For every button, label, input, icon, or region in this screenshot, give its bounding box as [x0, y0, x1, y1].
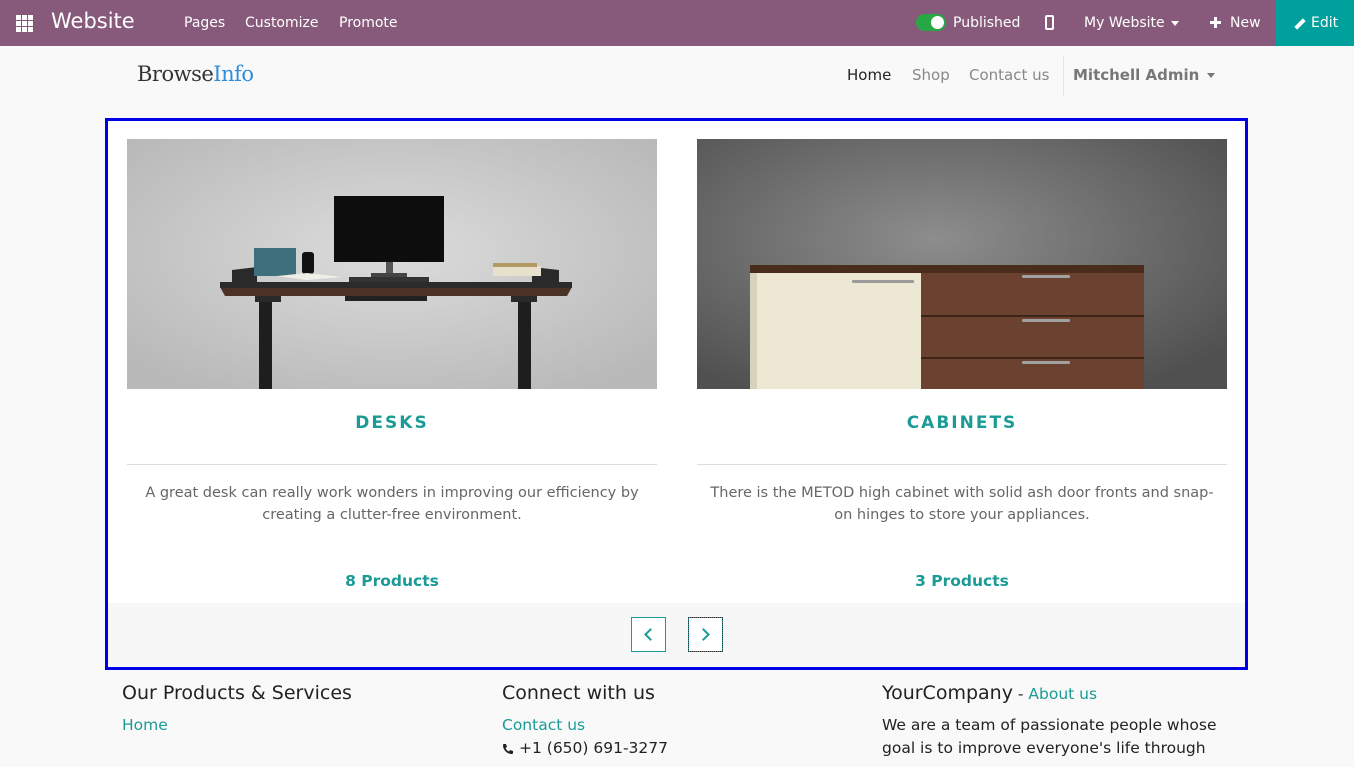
footer-company-name: YourCompany: [882, 682, 1013, 704]
footer-company-separator: -: [1012, 685, 1029, 703]
footer-phone: +1 (650) 691-3277: [502, 739, 668, 757]
footer-contact-link[interactable]: Contact us: [502, 716, 585, 734]
selection-highlight: [105, 118, 1248, 670]
pencil-icon: [1293, 18, 1304, 29]
nav-shop[interactable]: Shop: [912, 66, 950, 84]
menu-promote[interactable]: Promote: [339, 15, 398, 31]
footer-products-title: Our Products & Services: [122, 682, 352, 704]
footer-connect-title: Connect with us: [502, 682, 655, 704]
footer-company-text: We are a team of passionate people whose…: [882, 716, 1217, 757]
new-button[interactable]: New: [1230, 15, 1261, 31]
site-logo[interactable]: BrowseInfo: [137, 62, 254, 86]
chevron-down-icon: [1207, 73, 1216, 78]
menu-customize[interactable]: Customize: [245, 15, 319, 31]
nav-home[interactable]: Home: [847, 66, 891, 84]
mobile-preview-icon[interactable]: [1045, 15, 1054, 30]
edit-button[interactable]: Edit: [1276, 0, 1354, 46]
logo-text-info: Info: [213, 62, 254, 86]
nav-divider: [1063, 56, 1064, 96]
edit-button-label: Edit: [1311, 15, 1339, 31]
apps-grid-icon[interactable]: [16, 15, 33, 32]
website-selector-label: My Website: [1084, 15, 1165, 31]
chevron-down-icon: [1170, 20, 1179, 26]
website-selector[interactable]: My Website: [1084, 15, 1179, 31]
phone-icon: [503, 743, 513, 754]
app-title[interactable]: Website: [51, 9, 135, 33]
plus-icon[interactable]: [1210, 17, 1221, 28]
footer-company-title: YourCompany - About us: [882, 682, 1097, 704]
user-name: Mitchell Admin: [1073, 66, 1200, 84]
admin-topbar: Website Pages Customize Promote Publishe…: [0, 0, 1354, 46]
user-menu[interactable]: Mitchell Admin: [1073, 66, 1216, 84]
published-label[interactable]: Published: [953, 15, 1020, 31]
published-toggle[interactable]: [916, 14, 946, 31]
footer-about-link[interactable]: About us: [1028, 685, 1097, 703]
nav-contact-us[interactable]: Contact us: [969, 66, 1049, 84]
footer-home-link[interactable]: Home: [122, 716, 168, 734]
footer-phone-number: +1 (650) 691-3277: [519, 739, 669, 757]
logo-text-browse: Browse: [137, 62, 214, 86]
menu-pages[interactable]: Pages: [184, 15, 225, 31]
